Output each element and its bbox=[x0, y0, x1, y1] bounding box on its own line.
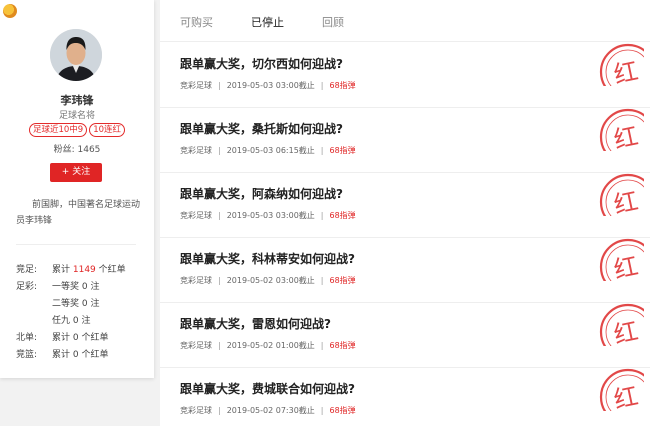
plan-title[interactable]: 跟单赢大奖，科林蒂安如何迎战? bbox=[180, 250, 355, 267]
profile-title: 足球名将 bbox=[58, 111, 95, 121]
plan-category: 竞彩足球 bbox=[180, 406, 212, 415]
tab-stopped[interactable]: 已停止 bbox=[251, 14, 284, 30]
plan-price: 68指弹 bbox=[329, 81, 356, 90]
plan-deadline: 2019-05-02 01:00截止 bbox=[226, 341, 315, 350]
plan-list-panel: 可购买 已停止 回顾 跟单赢大奖，切尔西如何迎战? 竞彩足球 | 2019-05-03… bbox=[160, 0, 650, 426]
red-stamp-icon: 红 bbox=[599, 108, 644, 151]
red-count: 1149 bbox=[72, 265, 96, 275]
avatar[interactable] bbox=[50, 29, 102, 81]
plan-title[interactable]: 跟单赢大奖，阿森纳如何迎战? bbox=[180, 185, 343, 202]
svg-text:红: 红 bbox=[611, 252, 640, 281]
plan-deadline: 2019-05-03 06:15截止 bbox=[226, 146, 315, 155]
plan-meta: 竞彩足球 | 2019-05-03 03:00截止 | 68指弹 bbox=[180, 80, 356, 91]
plan-price: 68指弹 bbox=[329, 146, 356, 155]
stat-value: 任九 0 注 bbox=[52, 316, 91, 326]
plan-meta: 竞彩足球 | 2019-05-03 03:00截止 | 68指弹 bbox=[180, 210, 356, 221]
plan-title[interactable]: 跟单赢大奖，桑托斯如何迎战? bbox=[180, 120, 343, 137]
separator: | bbox=[320, 406, 324, 415]
red-stamp-icon: 红 bbox=[599, 173, 644, 216]
stat-label: 竞篮: bbox=[16, 350, 38, 360]
plan-deadline: 2019-05-03 03:00截止 bbox=[226, 211, 315, 220]
svg-text:红: 红 bbox=[611, 382, 640, 411]
stat-value: 一等奖 0 注 bbox=[52, 282, 100, 292]
plan-category: 竞彩足球 bbox=[180, 211, 212, 220]
plan-title[interactable]: 跟单赢大奖，费城联合如何迎战? bbox=[180, 380, 355, 397]
fans-label: 粉丝: bbox=[53, 145, 75, 155]
plan-meta: 竞彩足球 | 2019-05-02 07:30截止 | 68指弹 bbox=[180, 405, 356, 416]
svg-text:红: 红 bbox=[611, 57, 640, 86]
profile-sidebar: 李玮锋 足球名将 足球近10中9 10连红 粉丝: 1465 + 关注 前国脚，… bbox=[0, 0, 154, 378]
profile-bio: 前国脚，中国著名足球运动员李玮锋 bbox=[16, 200, 141, 226]
tab-available[interactable]: 可购买 bbox=[180, 14, 213, 30]
separator: | bbox=[320, 81, 324, 90]
stat-value: 累计 1149 个红单 bbox=[52, 265, 126, 275]
fans-value: 1465 bbox=[77, 145, 101, 155]
record-badge: 足球近10中9 bbox=[28, 123, 88, 137]
plan-item[interactable]: 跟单赢大奖，科林蒂安如何迎战? 竞彩足球 | 2019-05-02 03:00截止 | 6… bbox=[160, 237, 650, 303]
svg-text:红: 红 bbox=[611, 317, 640, 346]
plan-deadline: 2019-05-02 07:30截止 bbox=[226, 406, 315, 415]
red-stamp-icon: 红 bbox=[599, 238, 644, 281]
streak-badge: 10连红 bbox=[89, 123, 126, 137]
tab-review[interactable]: 回顾 bbox=[322, 14, 344, 30]
separator: | bbox=[218, 341, 221, 350]
plan-item[interactable]: 跟单赢大奖，阿森纳如何迎战? 竞彩足球 | 2019-05-03 03:00截止 | 68… bbox=[160, 172, 650, 238]
plan-item[interactable]: 跟单赢大奖，雷恩如何迎战? 竞彩足球 | 2019-05-02 01:00截止 | 68指… bbox=[160, 302, 650, 368]
plan-title[interactable]: 跟单赢大奖，切尔西如何迎战? bbox=[180, 55, 343, 72]
plan-deadline: 2019-05-02 03:00截止 bbox=[226, 276, 315, 285]
plan-item[interactable]: 跟单赢大奖，费城联合如何迎战? 竞彩足球 | 2019-05-02 07:30截止 | 6… bbox=[160, 367, 650, 426]
plan-category: 竞彩足球 bbox=[180, 341, 212, 350]
plan-category: 竞彩足球 bbox=[180, 146, 212, 155]
plan-category: 竞彩足球 bbox=[180, 276, 212, 285]
stat-value: 累计 0 个红单 bbox=[52, 333, 109, 343]
fans-count: 粉丝: 1465 bbox=[0, 142, 154, 155]
plan-item[interactable]: 跟单赢大奖，桑托斯如何迎战? 竞彩足球 | 2019-05-03 06:15截止 | 68… bbox=[160, 107, 650, 173]
red-stamp-icon: 红 bbox=[599, 303, 644, 346]
plan-title[interactable]: 跟单赢大奖，雷恩如何迎战? bbox=[180, 315, 331, 332]
plan-item[interactable]: 跟单赢大奖，切尔西如何迎战? 竞彩足球 | 2019-05-03 03:00截止 | 68… bbox=[160, 42, 650, 108]
profile-name: 李玮锋 bbox=[60, 94, 94, 107]
plan-price: 68指弹 bbox=[329, 211, 356, 220]
plan-price: 68指弹 bbox=[329, 276, 356, 285]
plan-meta: 竞彩足球 | 2019-05-03 06:15截止 | 68指弹 bbox=[180, 145, 356, 156]
separator: | bbox=[218, 211, 221, 220]
plan-deadline: 2019-05-03 03:00截止 bbox=[226, 81, 315, 90]
separator: | bbox=[320, 341, 324, 350]
profile-badges: 足球近10中9 10连红 bbox=[0, 123, 154, 137]
svg-text:红: 红 bbox=[611, 122, 640, 151]
separator: | bbox=[218, 276, 221, 285]
plan-category: 竞彩足球 bbox=[180, 81, 212, 90]
logo-icon bbox=[3, 4, 17, 18]
separator: | bbox=[320, 146, 324, 155]
separator: | bbox=[218, 81, 221, 90]
separator: | bbox=[320, 211, 324, 220]
stat-label: 北单: bbox=[16, 333, 38, 343]
stat-value: 累计 0 个红单 bbox=[52, 350, 109, 360]
plan-meta: 竞彩足球 | 2019-05-02 01:00截止 | 68指弹 bbox=[180, 340, 356, 351]
stat-label: 足彩: bbox=[16, 282, 38, 292]
separator: | bbox=[218, 146, 221, 155]
separator: | bbox=[320, 276, 324, 285]
svg-text:红: 红 bbox=[611, 187, 640, 216]
follow-button[interactable]: + 关注 bbox=[50, 163, 102, 182]
divider bbox=[16, 244, 136, 245]
separator: | bbox=[218, 406, 221, 415]
tab-bar: 可购买 已停止 回顾 bbox=[160, 0, 650, 42]
stat-label: 竞足: bbox=[16, 265, 38, 275]
stat-value: 二等奖 0 注 bbox=[52, 299, 100, 309]
plan-meta: 竞彩足球 | 2019-05-02 03:00截止 | 68指弹 bbox=[180, 275, 356, 286]
plan-price: 68指弹 bbox=[329, 341, 356, 350]
red-stamp-icon: 红 bbox=[599, 368, 644, 411]
plan-price: 68指弹 bbox=[329, 406, 356, 415]
red-stamp-icon: 红 bbox=[599, 43, 644, 86]
